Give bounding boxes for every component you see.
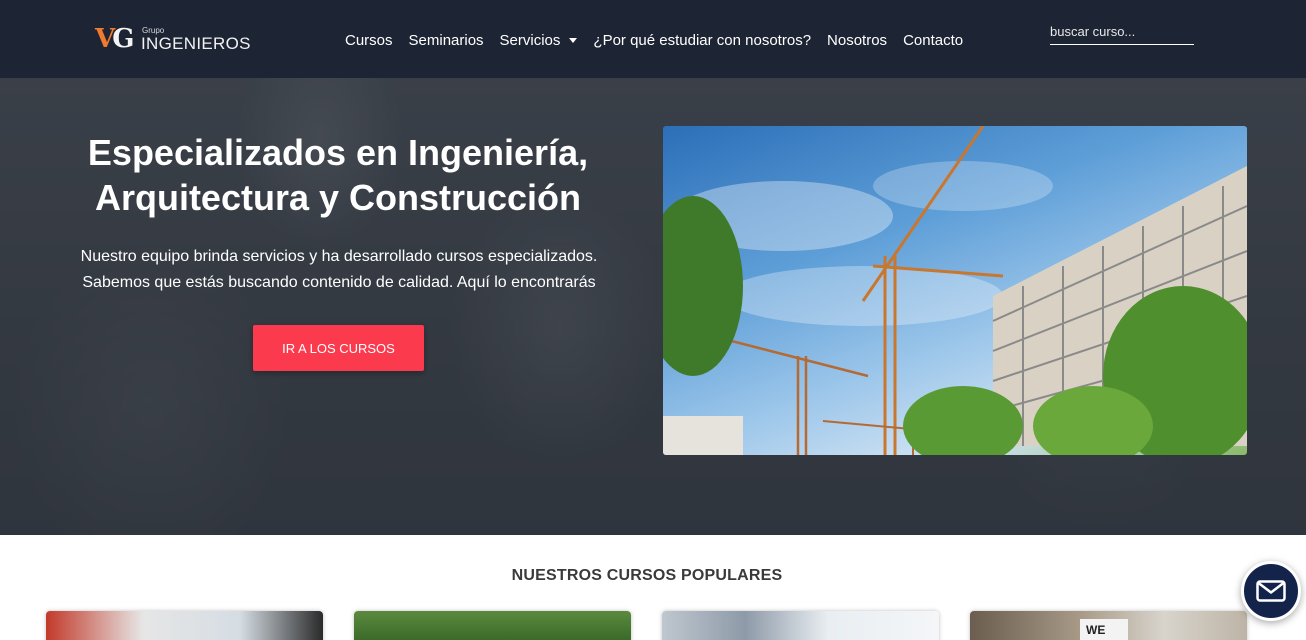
hero-title: Especializados en Ingeniería, Arquitectu… bbox=[48, 130, 628, 220]
contact-mail-button[interactable] bbox=[1241, 561, 1301, 621]
nav-link-contacto[interactable]: Contacto bbox=[903, 32, 963, 49]
hero-title-line-1: Especializados en Ingeniería, bbox=[87, 132, 589, 173]
course-card-1[interactable] bbox=[46, 611, 323, 640]
construction-illustration bbox=[663, 126, 1247, 455]
navbar: VG Grupo INGENIEROS Cursos Seminarios Se… bbox=[0, 0, 1306, 78]
nav-link-servicios-label: Servicios bbox=[499, 31, 561, 49]
popular-courses-title: NUESTROS CURSOS POPULARES bbox=[511, 567, 783, 584]
course-card-4[interactable]: WE bbox=[970, 611, 1247, 640]
mail-icon bbox=[1256, 580, 1286, 602]
hero: Especializados en Ingeniería, Arquitectu… bbox=[0, 78, 1306, 535]
nav-link-seminarios[interactable]: Seminarios bbox=[409, 32, 484, 49]
chevron-down-icon bbox=[569, 37, 578, 43]
course-card-3[interactable] bbox=[662, 611, 939, 640]
logo[interactable]: VG Grupo INGENIEROS bbox=[95, 22, 250, 56]
nav-link-cursos[interactable]: Cursos bbox=[345, 32, 393, 49]
construction-cranes-photo bbox=[663, 126, 1247, 455]
search-input[interactable] bbox=[1050, 18, 1194, 45]
hero-description: Nuestro equipo brinda servicios y ha des… bbox=[80, 248, 598, 291]
go-to-courses-button[interactable]: IR A LOS CURSOS bbox=[253, 325, 424, 371]
hero-title-line-2: Arquitectura y Construcción bbox=[94, 177, 582, 218]
nav-link-servicios[interactable]: Servicios bbox=[500, 32, 578, 49]
main-nav: Cursos Seminarios Servicios ¿Por qué est… bbox=[345, 28, 979, 52]
course-card-4-sign: WE bbox=[1080, 619, 1128, 640]
course-card-2[interactable] bbox=[354, 611, 631, 640]
nav-link-por-que[interactable]: ¿Por qué estudiar con nosotros? bbox=[593, 32, 811, 49]
logo-mark: VG bbox=[95, 24, 134, 54]
nav-link-nosotros[interactable]: Nosotros bbox=[827, 32, 887, 49]
logo-brand-text: INGENIEROS bbox=[141, 34, 251, 53]
